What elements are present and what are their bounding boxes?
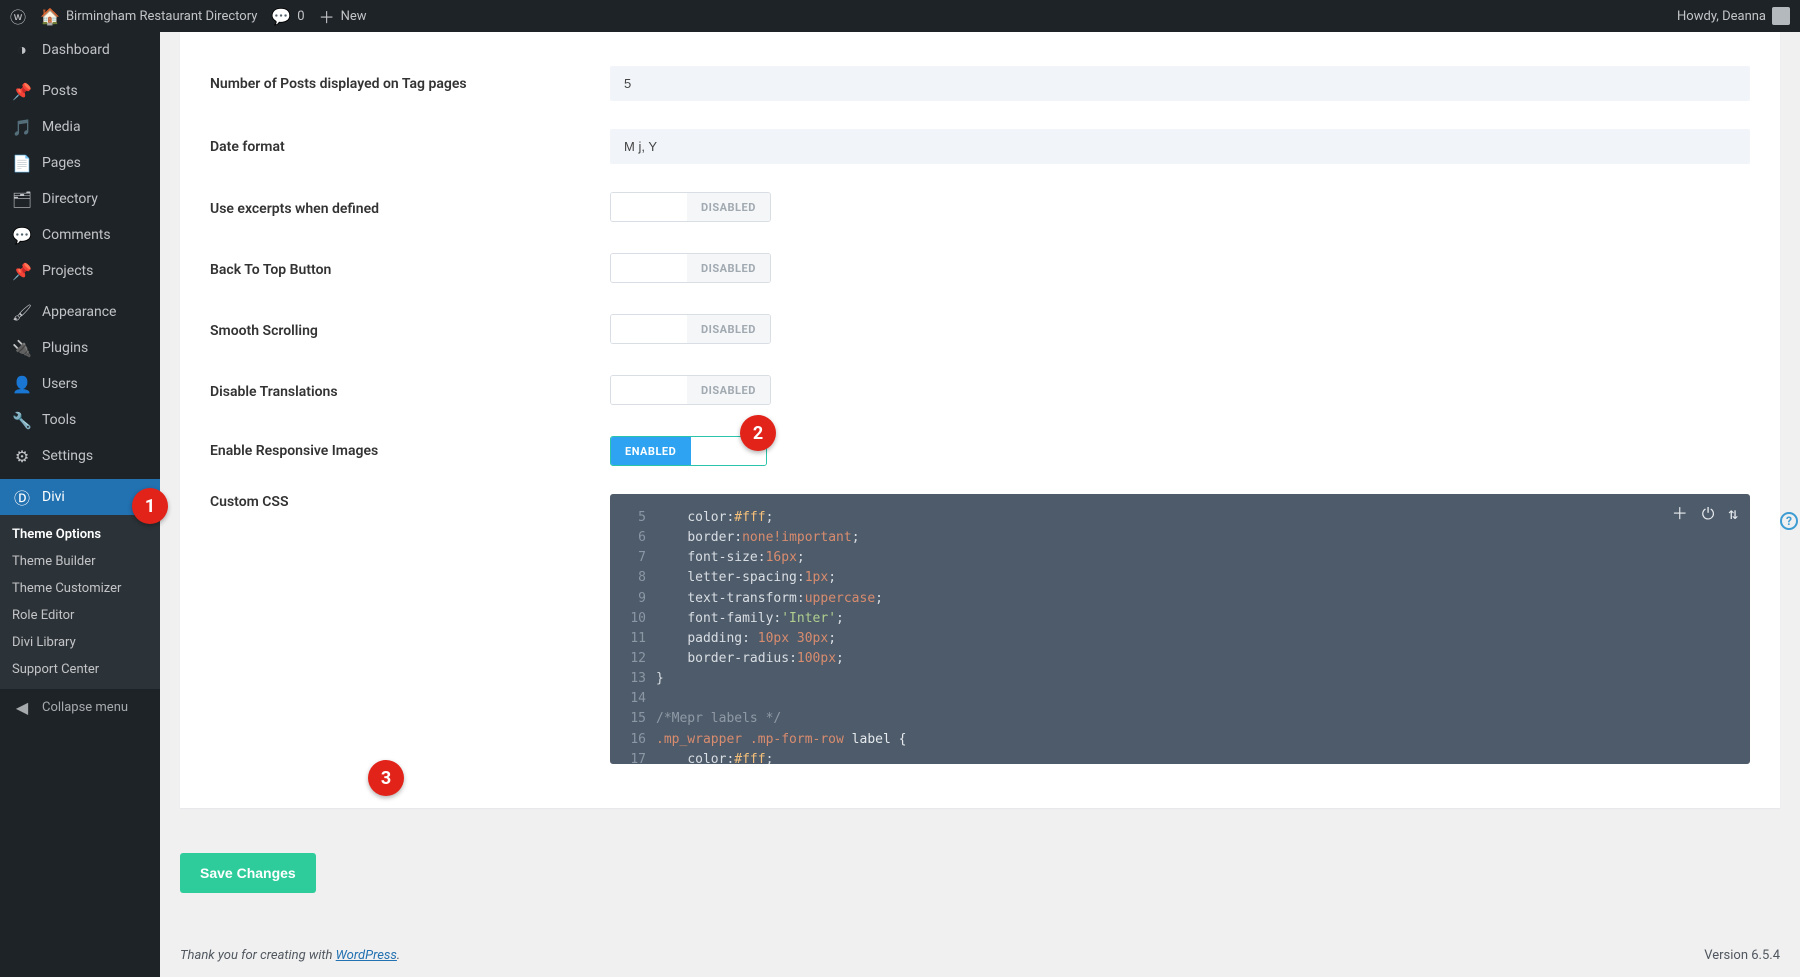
admin-bar: ⓦ 🏠Birmingham Restaurant Directory 💬0 ＋N… bbox=[0, 0, 1800, 32]
power-icon[interactable]: ⏻ bbox=[1702, 502, 1715, 527]
option-smooth-scroll: Smooth Scrolling DISABLED bbox=[210, 300, 1750, 361]
option-custom-css: Custom CSS ＋ ⏻ ⇅ 5 color:#fff;6 border:n… bbox=[210, 480, 1750, 778]
help-icon[interactable]: ? bbox=[1780, 512, 1798, 530]
option-label: Disable Translations bbox=[210, 384, 610, 400]
pin-icon: 📌 bbox=[12, 261, 32, 281]
footer-version: Version 6.5.4 bbox=[1704, 948, 1780, 963]
plug-icon: 🔌 bbox=[12, 338, 32, 358]
collapse-icon: ◀ bbox=[12, 697, 32, 717]
sidebar-item-directory[interactable]: 🗂Directory bbox=[0, 181, 160, 217]
comment-icon: 💬 bbox=[12, 225, 32, 245]
excerpts-toggle[interactable]: DISABLED bbox=[610, 192, 771, 222]
annotation-badge-2: 2 bbox=[740, 415, 776, 451]
option-label: Smooth Scrolling bbox=[210, 323, 610, 339]
submenu-theme-customizer[interactable]: Theme Customizer bbox=[0, 575, 160, 602]
divi-icon: Ⓓ bbox=[12, 487, 32, 507]
option-disable-translations: Disable Translations DISABLED bbox=[210, 361, 1750, 422]
submenu-theme-options[interactable]: Theme Options bbox=[0, 521, 160, 548]
option-label: Back To Top Button bbox=[210, 262, 610, 278]
plus-icon: ＋ bbox=[319, 4, 335, 28]
code-toolbar: ＋ ⏻ ⇅ bbox=[1672, 502, 1738, 527]
option-label: Enable Responsive Images bbox=[210, 443, 610, 459]
wp-logo[interactable]: ⓦ bbox=[10, 4, 26, 28]
sidebar-item-pages[interactable]: 📄Pages bbox=[0, 145, 160, 181]
sidebar-item-dashboard[interactable]: ◑Dashboard bbox=[0, 32, 160, 68]
option-tag-posts: Number of Posts displayed on Tag pages bbox=[210, 52, 1750, 115]
sort-icon[interactable]: ⇅ bbox=[1728, 502, 1738, 527]
custom-css-editor[interactable]: ＋ ⏻ ⇅ 5 color:#fff;6 border:none!importa… bbox=[610, 494, 1750, 764]
sidebar-item-appearance[interactable]: 🖌Appearance bbox=[0, 294, 160, 330]
directory-icon: 🗂 bbox=[12, 189, 32, 209]
submenu-role-editor[interactable]: Role Editor bbox=[0, 602, 160, 629]
save-changes-button[interactable]: Save Changes bbox=[180, 853, 316, 893]
options-panel: Number of Posts displayed on Tag pages D… bbox=[180, 32, 1780, 808]
sidebar-item-media[interactable]: 🎵Media bbox=[0, 109, 160, 145]
user-icon: 👤 bbox=[12, 374, 32, 394]
new-link[interactable]: ＋New bbox=[319, 4, 367, 28]
howdy-link[interactable]: Howdy, Deanna bbox=[1677, 7, 1790, 25]
site-name-link[interactable]: 🏠Birmingham Restaurant Directory bbox=[40, 7, 257, 26]
comments-link[interactable]: 💬0 bbox=[271, 7, 304, 26]
gear-icon: ⚙ bbox=[12, 446, 32, 466]
option-responsive-images: Enable Responsive Images ENABLED bbox=[210, 422, 1750, 480]
submenu-support-center[interactable]: Support Center bbox=[0, 656, 160, 683]
sidebar-item-users[interactable]: 👤Users bbox=[0, 366, 160, 402]
comment-icon: 💬 bbox=[271, 7, 291, 26]
annotation-badge-3: 3 bbox=[368, 760, 404, 796]
option-label: Use excerpts when defined bbox=[210, 201, 610, 217]
date-format-input[interactable] bbox=[610, 129, 1750, 164]
disable-translations-toggle[interactable]: DISABLED bbox=[610, 375, 771, 405]
back-to-top-toggle[interactable]: DISABLED bbox=[610, 253, 771, 283]
wrench-icon: 🔧 bbox=[12, 410, 32, 430]
tag-posts-input[interactable] bbox=[610, 66, 1750, 101]
option-excerpts: Use excerpts when defined DISABLED bbox=[210, 178, 1750, 239]
add-icon[interactable]: ＋ bbox=[1672, 502, 1688, 527]
avatar bbox=[1772, 7, 1790, 25]
option-date-format: Date format bbox=[210, 115, 1750, 178]
sidebar-item-tools[interactable]: 🔧Tools bbox=[0, 402, 160, 438]
divi-submenu: Theme Options Theme Builder Theme Custom… bbox=[0, 515, 160, 689]
brush-icon: 🖌 bbox=[12, 302, 32, 322]
option-label: Date format bbox=[210, 139, 610, 155]
submenu-divi-library[interactable]: Divi Library bbox=[0, 629, 160, 656]
sidebar-item-settings[interactable]: ⚙Settings bbox=[0, 438, 160, 474]
sidebar-item-plugins[interactable]: 🔌Plugins bbox=[0, 330, 160, 366]
option-back-to-top: Back To Top Button DISABLED bbox=[210, 239, 1750, 300]
media-icon: 🎵 bbox=[12, 117, 32, 137]
footer: Thank you for creating with WordPress. V… bbox=[160, 934, 1800, 977]
option-label: Custom CSS bbox=[210, 494, 610, 510]
smooth-scroll-toggle[interactable]: DISABLED bbox=[610, 314, 771, 344]
footer-thankyou: Thank you for creating with WordPress. bbox=[180, 948, 400, 963]
page-icon: 📄 bbox=[12, 153, 32, 173]
sidebar-item-posts[interactable]: 📌Posts bbox=[0, 73, 160, 109]
option-label: Number of Posts displayed on Tag pages bbox=[210, 76, 610, 92]
sidebar-item-comments[interactable]: 💬Comments bbox=[0, 217, 160, 253]
pin-icon: 📌 bbox=[12, 81, 32, 101]
annotation-badge-1: 1 bbox=[132, 488, 168, 524]
main-content: Number of Posts displayed on Tag pages D… bbox=[160, 32, 1800, 977]
collapse-menu[interactable]: ◀Collapse menu bbox=[0, 689, 160, 725]
submenu-theme-builder[interactable]: Theme Builder bbox=[0, 548, 160, 575]
home-icon: 🏠 bbox=[40, 7, 60, 26]
wordpress-link[interactable]: WordPress bbox=[336, 948, 397, 963]
sidebar-item-projects[interactable]: 📌Projects bbox=[0, 253, 160, 289]
dashboard-icon: ◑ bbox=[12, 40, 32, 60]
